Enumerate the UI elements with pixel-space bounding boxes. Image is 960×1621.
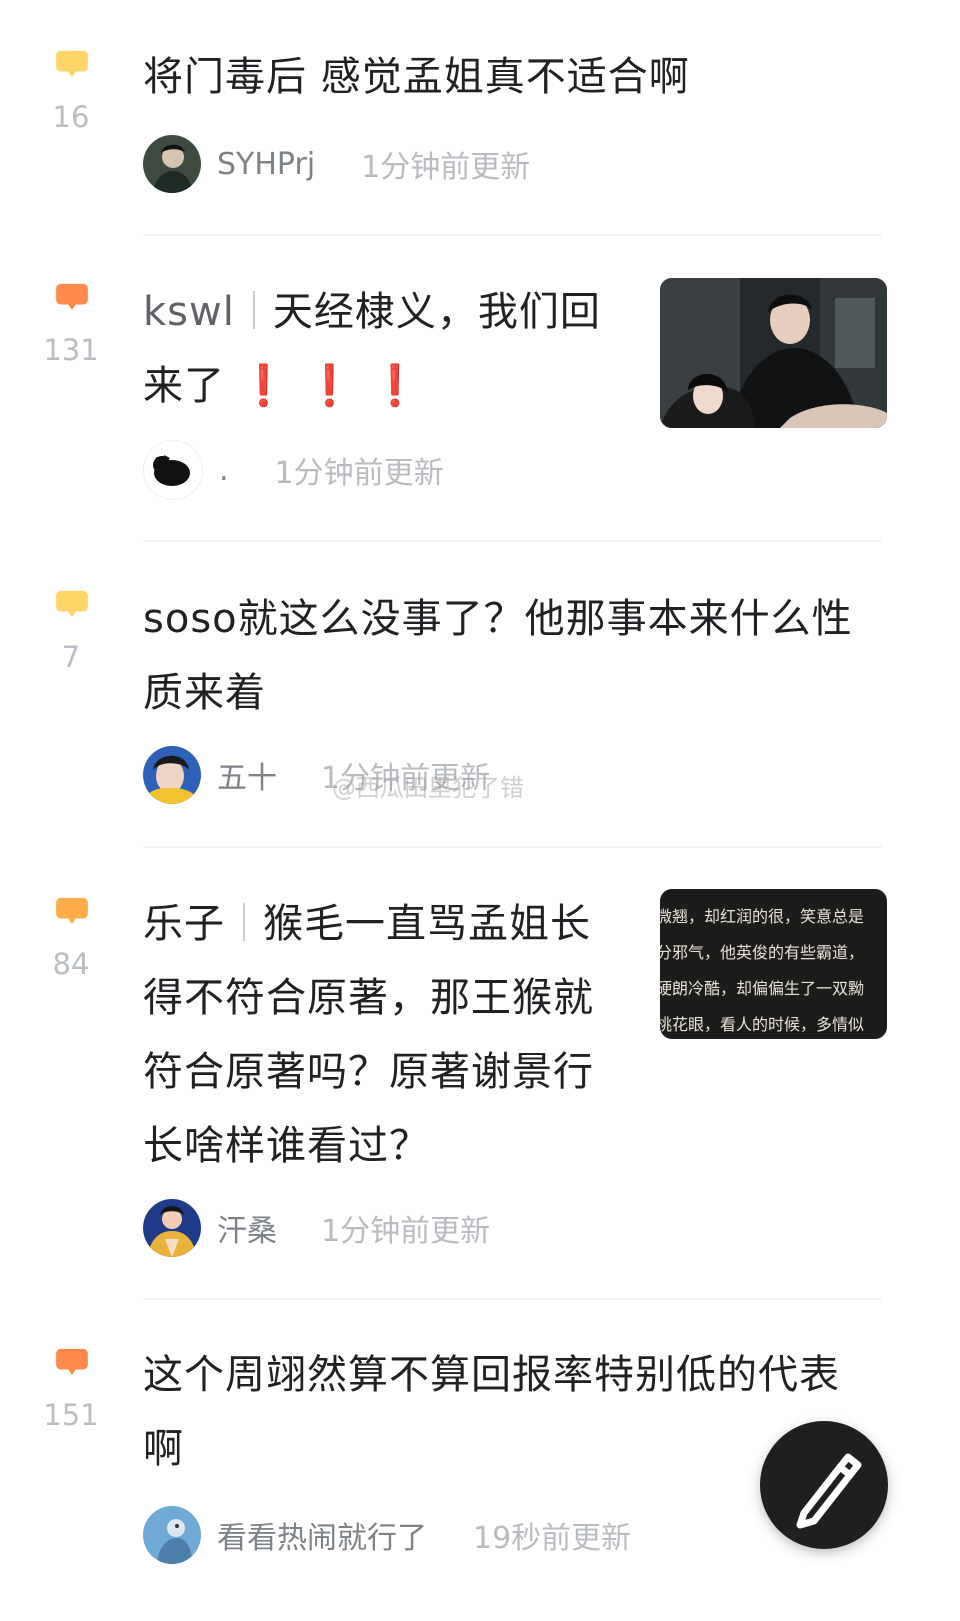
comment-bubble-icon xyxy=(56,590,88,618)
title-text: 猴毛一直骂孟姐长 xyxy=(263,901,591,947)
post-tag: kswl xyxy=(143,289,235,335)
tag-separator xyxy=(252,291,255,329)
excerpt-line: 分邪气，他英俊的有些霸道， xyxy=(660,943,865,962)
title-line: 啊 xyxy=(143,1426,184,1472)
avatar[interactable] xyxy=(143,135,201,193)
title-line: 将门毒后 感觉孟姐真不适合啊 xyxy=(143,54,690,100)
comment-count: 151 xyxy=(43,1398,99,1432)
tag-separator xyxy=(243,903,245,941)
post-title[interactable]: kswl 天经棣义，我们回 来了 ❗ ❗ ❗ xyxy=(143,275,601,423)
post-title[interactable]: 将门毒后 感觉孟姐真不适合啊 xyxy=(143,40,690,114)
title-line: 乐子 猴毛一直骂孟姐长 xyxy=(143,887,594,961)
comment-count: 7 xyxy=(61,640,81,674)
update-time: 1分钟前更新 xyxy=(274,456,444,491)
exclamation-icons: ❗ ❗ ❗ xyxy=(238,363,421,409)
excerpt-line: 微翘，却红润的很，笑意总是 xyxy=(660,907,865,926)
watermark: @西瓜田里犯了错 xyxy=(332,774,524,802)
post-title[interactable]: 这个周翊然算不算回报率特别低的代表 啊 xyxy=(143,1338,840,1486)
title-text: 天经棣义，我们回 xyxy=(272,289,601,335)
update-time: 19秒前更新 xyxy=(473,1521,632,1556)
pencil-icon xyxy=(796,1453,862,1529)
update-time: 1分钟前更新 xyxy=(321,1214,491,1249)
post-title[interactable]: 乐子 猴毛一直骂孟姐长 得不符合原著，那王猴就 符合原著吗？原著谢景行 长啥样谁看… xyxy=(143,887,594,1183)
title-line: soso就这么没事了？他那事本来什么性 xyxy=(143,596,853,642)
comment-bubble-icon xyxy=(56,50,88,78)
post-thumbnail[interactable]: 微翘，却红润的很，笑意总是 分邪气，他英俊的有些霸道， 硬朗冷酷，却偏偏生了一双… xyxy=(660,889,887,1039)
title-line: 这个周翊然算不算回报率特别低的代表 xyxy=(143,1352,840,1398)
post-tag: 乐子 xyxy=(143,901,225,947)
title-text: 来了 xyxy=(143,363,225,409)
username[interactable]: 五十 xyxy=(217,753,277,797)
book-excerpt: 微翘，却红润的很，笑意总是 分邪气，他英俊的有些霸道， 硬朗冷酷，却偏偏生了一双… xyxy=(660,889,887,1039)
title-line: 来了 ❗ ❗ ❗ xyxy=(143,349,601,423)
divider xyxy=(143,846,882,848)
avatar[interactable] xyxy=(143,1506,201,1564)
update-time: 1分钟前更新 xyxy=(361,150,531,185)
avatar[interactable] xyxy=(143,440,203,500)
comment-bubble-icon xyxy=(56,897,88,925)
post-meta: 汗桑 1分钟前更新 xyxy=(143,1199,490,1257)
username[interactable]: SYHPrj xyxy=(217,147,315,182)
divider xyxy=(143,540,882,542)
title-line: 质来着 xyxy=(143,670,266,716)
username[interactable]: 看看热闹就行了 xyxy=(217,1513,427,1557)
excerpt-line: 桃花眼，看人的时候，多情似 xyxy=(660,1015,865,1034)
title-line: kswl 天经棣义，我们回 xyxy=(143,275,601,349)
post-meta: SYHPrj 1分钟前更新 xyxy=(143,135,530,193)
excerpt-line: 硬朗冷酷，却偏偏生了一双黝 xyxy=(660,979,865,998)
comment-bubble-icon xyxy=(56,1348,88,1376)
divider xyxy=(143,1298,882,1300)
avatar[interactable] xyxy=(143,1199,201,1257)
username[interactable]: . xyxy=(219,453,229,488)
avatar[interactable] xyxy=(143,746,201,804)
comment-count: 131 xyxy=(43,333,99,367)
compose-button[interactable] xyxy=(760,1421,888,1549)
post-meta: 看看热闹就行了 19秒前更新 xyxy=(143,1506,631,1564)
divider xyxy=(143,234,882,236)
comment-count: 16 xyxy=(52,100,90,134)
title-line: 得不符合原著，那王猴就 xyxy=(143,975,594,1021)
post-meta: . 1分钟前更新 xyxy=(143,440,444,500)
post-title[interactable]: soso就这么没事了？他那事本来什么性 质来着 xyxy=(143,582,853,730)
comment-bubble-icon xyxy=(56,283,88,311)
comment-count: 84 xyxy=(52,947,90,981)
title-line: 长啥样谁看过？ xyxy=(143,1123,430,1169)
title-line: 符合原著吗？原著谢景行 xyxy=(143,1049,594,1095)
post-thumbnail[interactable] xyxy=(660,278,887,428)
username[interactable]: 汗桑 xyxy=(217,1206,277,1250)
